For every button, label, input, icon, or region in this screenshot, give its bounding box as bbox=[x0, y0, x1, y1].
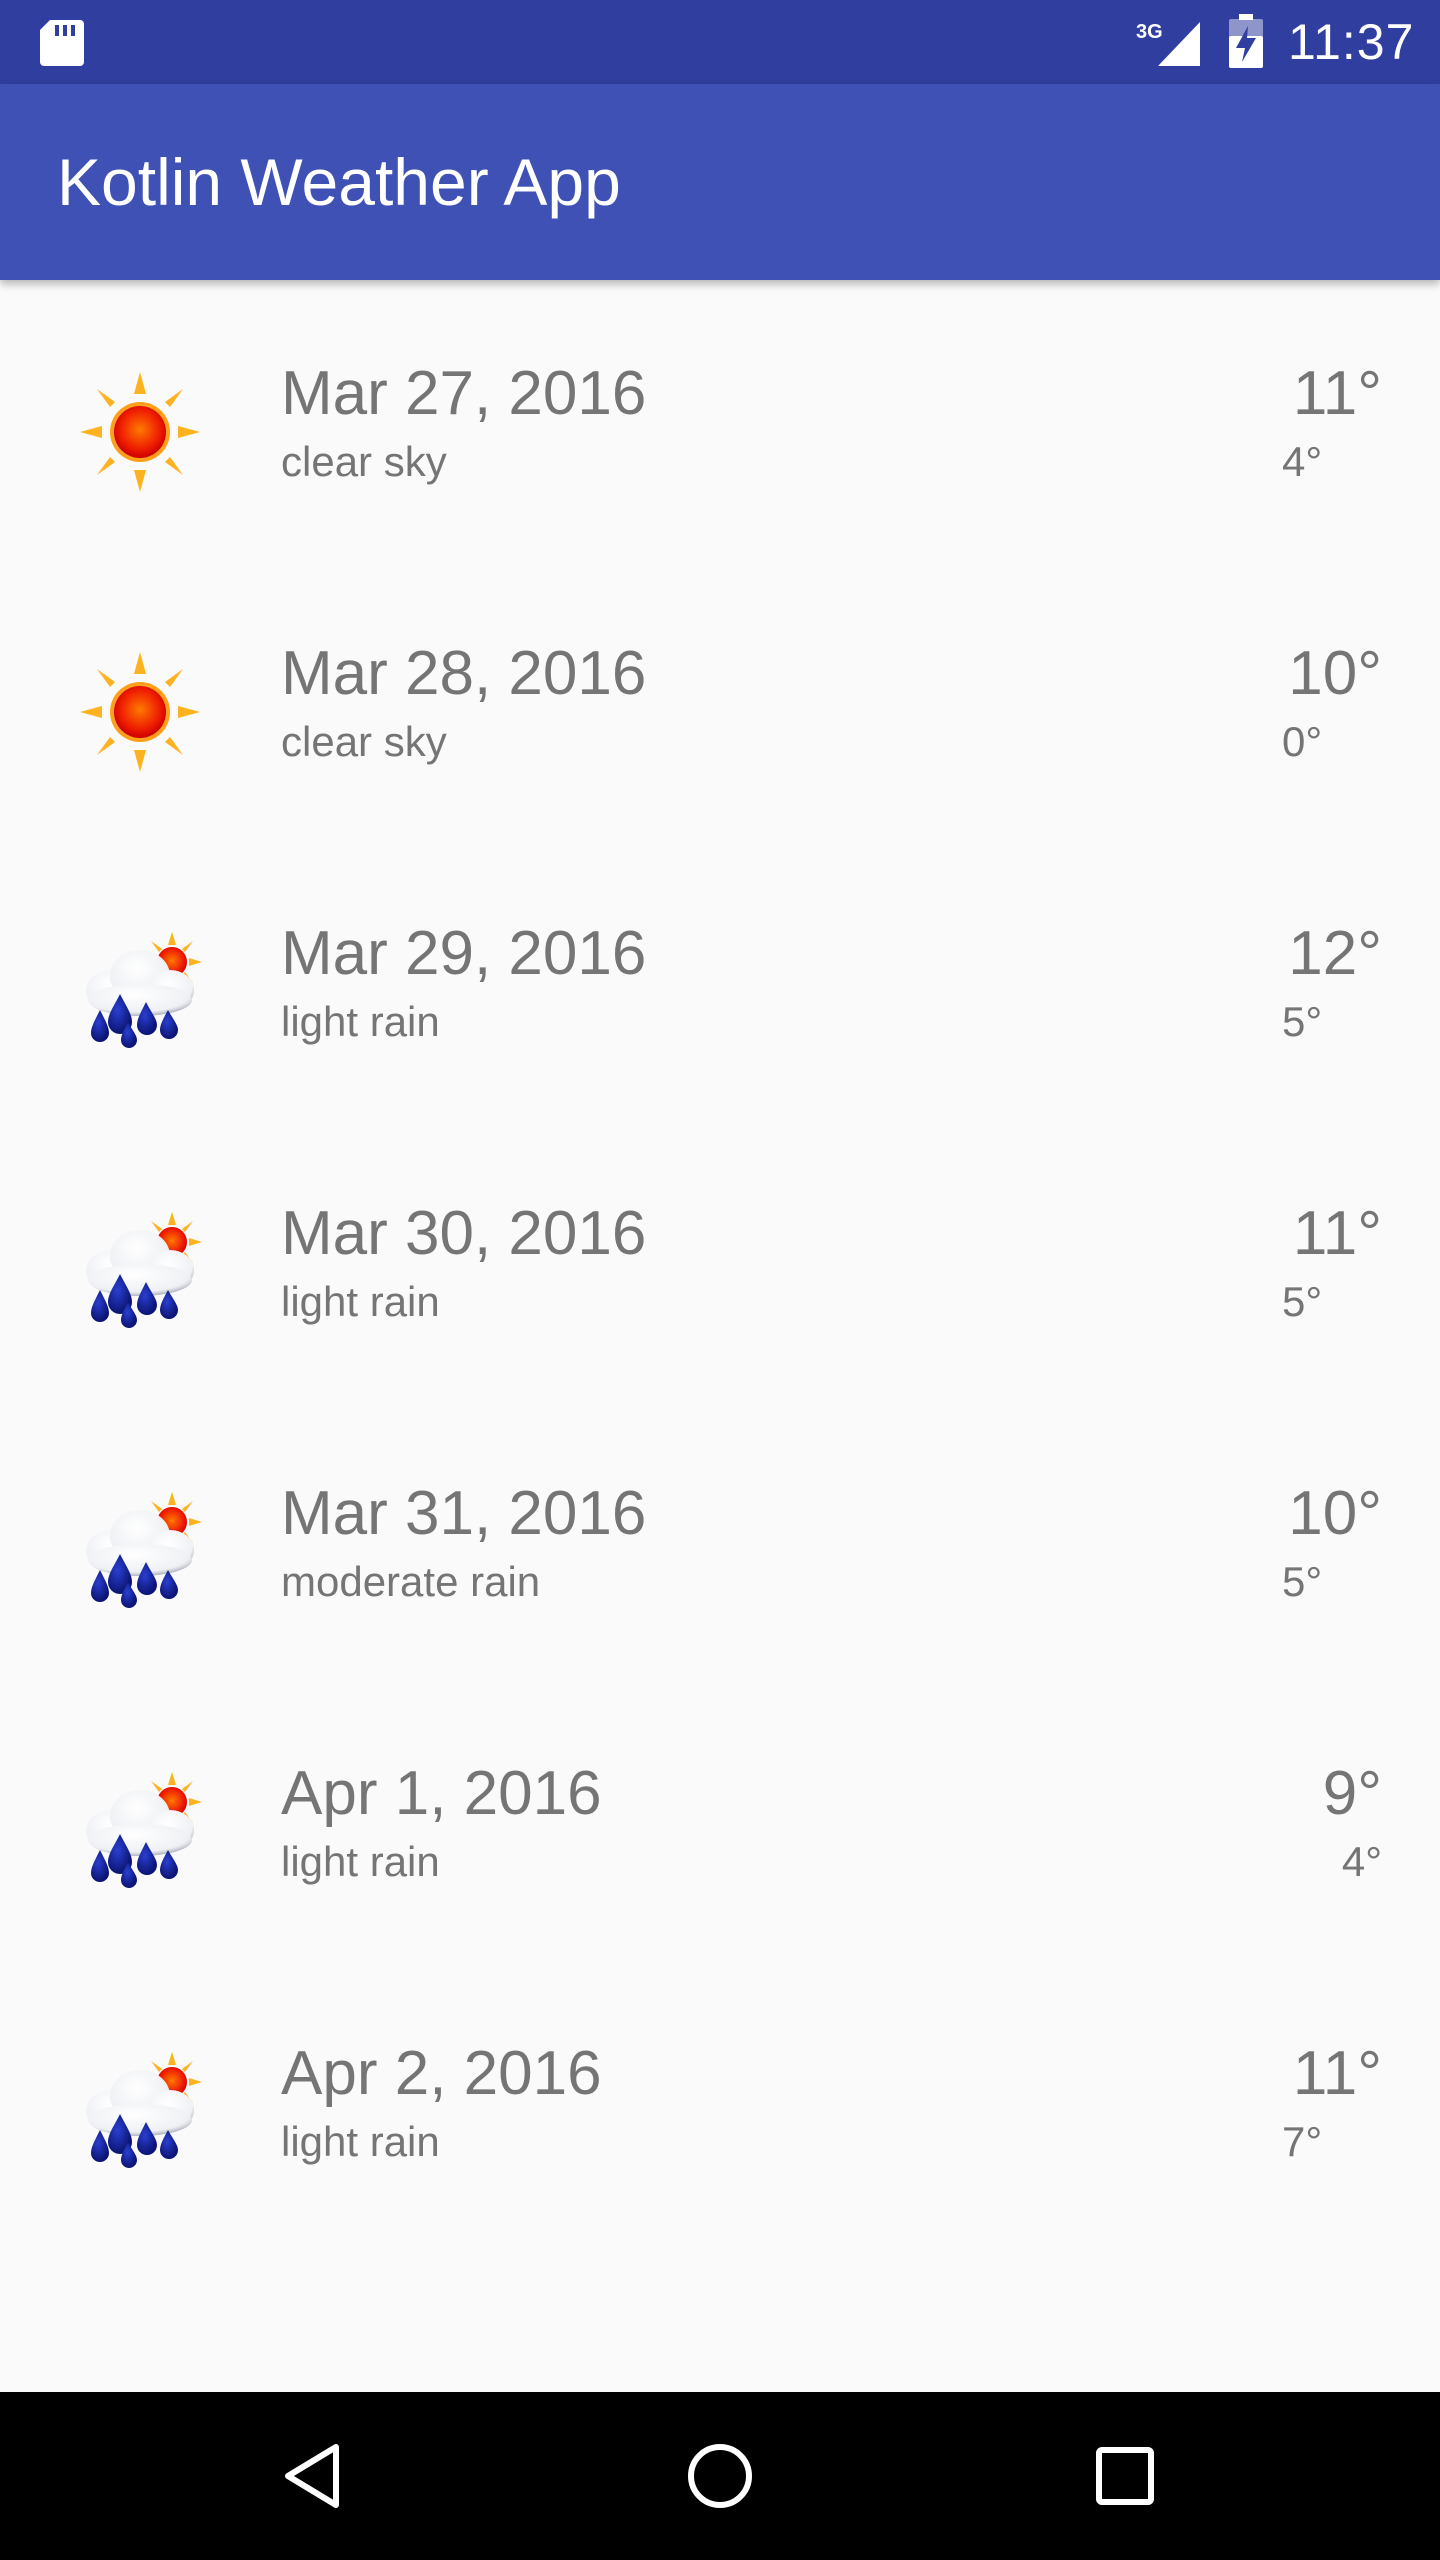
forecast-item[interactable]: Apr 2, 2016 light rain 11° 7° bbox=[0, 1960, 1440, 2240]
screen: 3G 11:37 Kotlin Weather App Mar 27, 2016… bbox=[0, 0, 1440, 2560]
forecast-high: 11° bbox=[1292, 2039, 1382, 2108]
forecast-low: 0° bbox=[1282, 718, 1323, 765]
forecast-description: moderate rain bbox=[281, 1558, 541, 1605]
forecast-date: Mar 28, 2016 bbox=[281, 639, 647, 708]
navigation-bar bbox=[0, 2392, 1440, 2560]
forecast-description: light rain bbox=[281, 1278, 440, 1325]
status-bar: 3G 11:37 bbox=[0, 0, 1440, 84]
forecast-low: 5° bbox=[1282, 1278, 1323, 1325]
forecast-description: light rain bbox=[281, 998, 440, 1045]
forecast-low: 4° bbox=[1282, 438, 1323, 485]
forecast-high: 10° bbox=[1288, 639, 1382, 708]
forecast-date: Mar 29, 2016 bbox=[281, 919, 647, 988]
back-icon bbox=[285, 2444, 339, 2508]
back-button[interactable] bbox=[265, 2426, 365, 2526]
forecast-description: clear sky bbox=[281, 718, 447, 765]
home-icon bbox=[688, 2444, 752, 2508]
rain-cloud-sun-icon bbox=[86, 1772, 202, 1888]
forecast-date: Apr 2, 2016 bbox=[281, 2039, 602, 2108]
recents-button[interactable] bbox=[1075, 2426, 1175, 2526]
forecast-low: 5° bbox=[1282, 1558, 1323, 1605]
forecast-date: Mar 30, 2016 bbox=[281, 1199, 647, 1268]
forecast-low: 7° bbox=[1282, 2118, 1323, 2165]
sd-card-icon bbox=[40, 20, 84, 66]
forecast-date: Apr 1, 2016 bbox=[281, 1759, 602, 1828]
forecast-date: Mar 31, 2016 bbox=[281, 1479, 647, 1548]
forecast-description: light rain bbox=[281, 2118, 440, 2165]
rain-cloud-sun-icon bbox=[86, 932, 202, 1048]
battery-charging-icon bbox=[1229, 14, 1263, 68]
forecast-item[interactable]: Mar 28, 2016 clear sky 10° 0° bbox=[0, 560, 1440, 840]
forecast-description: light rain bbox=[281, 1838, 440, 1885]
forecast-high: 11° bbox=[1292, 359, 1382, 428]
app-bar: Kotlin Weather App bbox=[0, 84, 1440, 280]
forecast-high: 10° bbox=[1288, 1479, 1382, 1548]
sun-icon bbox=[80, 372, 200, 492]
forecast-high: 12° bbox=[1288, 919, 1382, 988]
recents-icon bbox=[1096, 2447, 1154, 2505]
forecast-description: clear sky bbox=[281, 438, 447, 485]
forecast-low: 4° bbox=[1341, 1838, 1382, 1885]
forecast-low: 5° bbox=[1282, 998, 1323, 1045]
forecast-date: Mar 27, 2016 bbox=[281, 359, 647, 428]
rain-cloud-sun-icon bbox=[86, 1212, 202, 1328]
forecast-item[interactable]: Apr 1, 2016 light rain 9° 4° bbox=[0, 1680, 1440, 1960]
rain-cloud-sun-icon bbox=[86, 1492, 202, 1608]
svg-text:3G: 3G bbox=[1136, 21, 1163, 43]
app-title: Kotlin Weather App bbox=[57, 145, 621, 219]
rain-cloud-sun-icon bbox=[86, 2052, 202, 2168]
forecast-item[interactable]: Mar 27, 2016 clear sky 11° 4° bbox=[0, 280, 1440, 560]
signal-3g-icon: 3G bbox=[1136, 21, 1200, 66]
home-button[interactable] bbox=[670, 2426, 770, 2526]
forecast-high: 11° bbox=[1292, 1199, 1382, 1268]
sun-icon bbox=[80, 652, 200, 772]
forecast-item[interactable]: Mar 29, 2016 light rain 12° 5° bbox=[0, 840, 1440, 1120]
status-time: 11:37 bbox=[1288, 14, 1415, 70]
forecast-list: Mar 27, 2016 clear sky 11° 4° Mar 28, 20… bbox=[0, 280, 1440, 2392]
forecast-item[interactable]: Mar 31, 2016 moderate rain 10° 5° bbox=[0, 1400, 1440, 1680]
forecast-item[interactable]: Mar 30, 2016 light rain 11° 5° bbox=[0, 1120, 1440, 1400]
forecast-high: 9° bbox=[1322, 1759, 1382, 1828]
